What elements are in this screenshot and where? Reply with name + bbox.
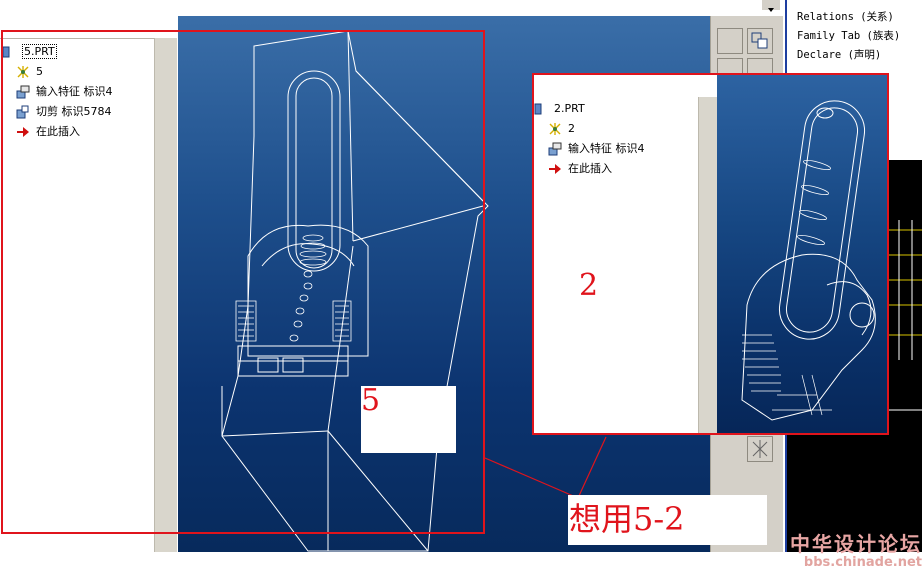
watermark: 中华设计论坛 bbs.chinade.net	[772, 528, 922, 576]
annotation-pointer-lines	[484, 436, 607, 499]
annotation-caption: 想用5-2	[569, 500, 685, 538]
watermark-line-2: bbs.chinade.net	[803, 555, 922, 570]
annotation-label-2: 2	[579, 268, 599, 303]
annotation-label-5: 5	[361, 383, 381, 418]
watermark-line-1: 中华设计论坛	[790, 532, 922, 556]
